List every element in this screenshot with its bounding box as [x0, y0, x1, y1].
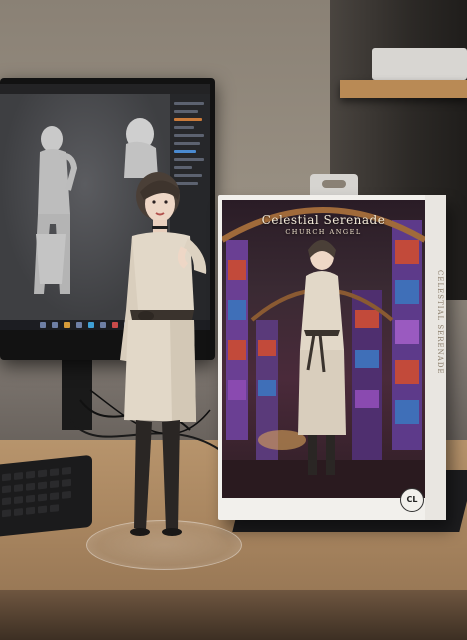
screen-menubar: [0, 84, 210, 94]
desk-edge: [0, 590, 467, 640]
cathedral-art: [222, 207, 425, 498]
box-spine-text: CELESTIAL SERENADE: [436, 270, 444, 375]
box-title: Celestial Serenade: [261, 213, 386, 227]
photo-scene: Celestial Serenade CHURCH ANGEL CELESTIA…: [0, 0, 467, 640]
box-cover-art: [222, 200, 425, 498]
shelf-device: [372, 48, 467, 80]
figurine: [120, 172, 207, 536]
shelf-board: [340, 80, 467, 98]
logo-badge-icon: CL: [400, 488, 424, 512]
box-subtitle: CHURCH ANGEL: [285, 228, 362, 236]
box-hanger-hole: [322, 180, 346, 188]
keyboard: [0, 454, 92, 538]
